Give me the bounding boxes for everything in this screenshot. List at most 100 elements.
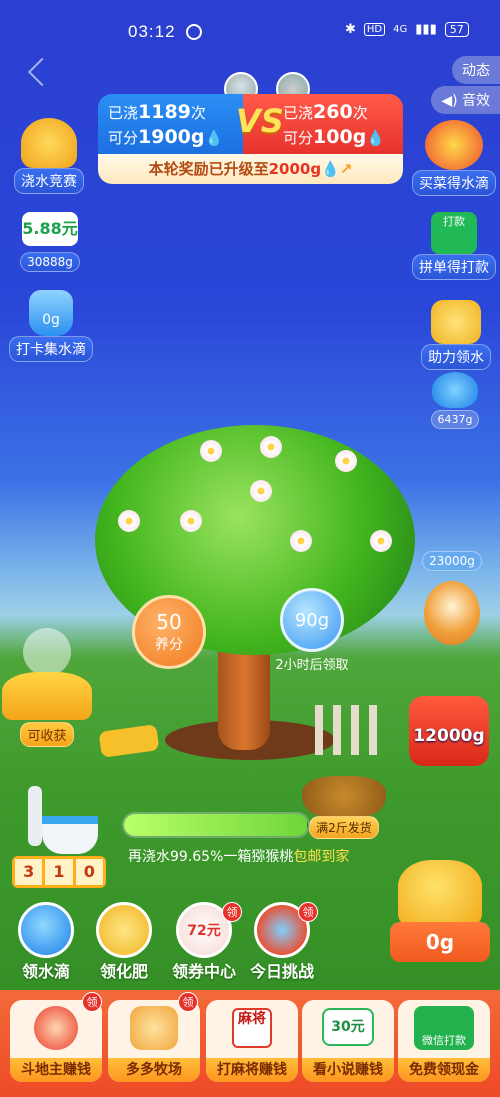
bottle-value: 90g xyxy=(280,588,344,652)
wechat-payout-icon: 微信打款 xyxy=(414,1006,474,1050)
vs-label: VS xyxy=(236,102,284,140)
trophy-icon xyxy=(21,118,77,168)
kiwi-basket[interactable]: 满2斤发货 xyxy=(298,776,390,839)
landlord-icon xyxy=(34,1006,78,1050)
basket-icon xyxy=(302,776,386,816)
dock-mahjong-label: 打麻将赚钱 xyxy=(206,1058,298,1082)
novel-icon: 30元 xyxy=(322,1008,374,1046)
dock-landlord[interactable]: 斗地主赚钱 xyxy=(10,1000,102,1082)
water-counter: 3 1 0 xyxy=(12,856,106,888)
basket-label: 满2斤发货 xyxy=(309,816,379,839)
action-fertilizer-label: 领化肥 xyxy=(99,962,148,981)
watering-can[interactable]: 0g xyxy=(388,860,492,962)
action-challenge[interactable]: 领 今日挑战 xyxy=(244,902,320,982)
gift-value: 12000g xyxy=(413,726,485,746)
harvest-crop[interactable]: 可收获 xyxy=(0,628,94,747)
reward-value: 2000g xyxy=(268,160,322,178)
water-drop-icon xyxy=(18,902,74,958)
sync-icon xyxy=(186,24,202,40)
progress-fill xyxy=(124,814,308,836)
grocery-label: 买菜得水滴 xyxy=(412,170,496,196)
fertilizer-bag-icon xyxy=(96,902,152,958)
challenge-badge: 领 xyxy=(298,902,318,922)
dock-ranch[interactable]: 多多牧场 xyxy=(108,1000,200,1082)
signal-icon: ▮▮▮ xyxy=(415,22,437,37)
drops-bag[interactable]: 6437g xyxy=(422,372,488,429)
dock-cash[interactable]: 微信打款 免费领现金 xyxy=(398,1000,490,1082)
flower xyxy=(180,510,202,532)
dynamic-button[interactable]: 动态 xyxy=(452,56,500,84)
action-coupons[interactable]: 72元 领 领券中心 xyxy=(164,902,244,982)
watering-contest-label: 浇水竞赛 xyxy=(14,168,84,194)
leaves xyxy=(98,724,160,758)
bottle-timer: 2小时后领取 xyxy=(275,658,349,673)
dock-novel[interactable]: 30元 看小说赚钱 xyxy=(302,1000,394,1082)
action-fertilizer[interactable]: 领化肥 xyxy=(92,902,156,982)
flower xyxy=(290,530,312,552)
dock-ranch-badge: 领 xyxy=(178,992,198,1012)
right-watered: 260 xyxy=(313,101,353,123)
watering-contest[interactable]: 浇水竞赛 xyxy=(10,118,88,194)
ranch-icon xyxy=(130,1006,178,1050)
cash-reward[interactable]: 5.88元 30888g xyxy=(14,212,86,272)
reward-banner: 本轮奖励已升级至2000g💧↗ xyxy=(98,154,403,184)
progress-text: 再浇水99.65%一箱猕猴桃包邮到家 xyxy=(128,849,350,865)
dock-landlord-label: 斗地主赚钱 xyxy=(10,1058,102,1082)
flower xyxy=(335,450,357,472)
cash-value: 5.88元 xyxy=(22,212,78,246)
grocery-drops[interactable]: 买菜得水滴 xyxy=(412,120,496,196)
action-water[interactable]: 领水滴 xyxy=(14,902,78,982)
hand-icon xyxy=(23,628,71,676)
team-left: 已浇1189次 可分1900g💧 xyxy=(98,94,258,154)
help-water[interactable]: 助力领水 xyxy=(416,300,496,370)
battery-icon: 57 xyxy=(444,22,469,37)
action-challenge-label: 今日挑战 xyxy=(249,962,314,981)
bottle-value: 0g xyxy=(42,312,60,328)
action-water-label: 领水滴 xyxy=(21,962,70,981)
fertilizer-value: 50 xyxy=(156,610,182,634)
water-bag-icon xyxy=(432,372,478,408)
water-bottle-timer[interactable]: 90g 2小时后领取 xyxy=(262,588,362,673)
left-score: 1900g xyxy=(138,126,205,148)
fertilizer-label: 养分 xyxy=(155,637,183,653)
checkin-label: 打卡集水滴 xyxy=(9,336,93,362)
fertilizer-badge[interactable]: 50 养分 xyxy=(132,595,206,669)
help-icon xyxy=(431,300,481,344)
back-button[interactable] xyxy=(27,57,57,87)
dock-cash-label: 免费领现金 xyxy=(398,1058,490,1082)
gift-reward[interactable]: 12000g xyxy=(404,696,494,766)
flower xyxy=(250,480,272,502)
arrow-up-icon: 💧↗ xyxy=(321,160,353,178)
network-label: 4G xyxy=(393,24,408,35)
speaker-icon: ◀) xyxy=(441,93,462,109)
group-buy-payout[interactable]: 打款 拼单得打款 xyxy=(412,212,496,280)
dock-ranch-label: 多多牧场 xyxy=(108,1058,200,1082)
left-watered: 1189 xyxy=(138,101,191,123)
fence xyxy=(315,705,377,755)
dock-landlord-badge: 领 xyxy=(82,992,102,1012)
drops-bag-value: 6437g xyxy=(430,410,480,429)
bluetooth-icon: ✱ xyxy=(345,22,356,37)
coupon-badge: 领 xyxy=(222,902,242,922)
harvest-label: 可收获 xyxy=(20,722,74,747)
faucet xyxy=(18,786,100,856)
cash-grams: 30888g xyxy=(20,252,80,272)
status-time: 03:12 xyxy=(128,22,176,41)
mahjong-icon: 麻将 xyxy=(232,1008,272,1048)
water-drop-icon: 💧 xyxy=(204,129,224,147)
payout-icon: 打款 xyxy=(431,212,477,254)
help-label: 助力领水 xyxy=(421,344,491,370)
dog-reward[interactable]: 23000g xyxy=(410,550,494,645)
flower xyxy=(260,436,282,458)
status-bar: 03:12 ✱ HD 4G ▮▮▮ 57 xyxy=(0,0,500,60)
flower xyxy=(200,440,222,462)
vs-panel[interactable]: 已浇1189次 可分1900g💧 已浇260次 可分100g💧 VS 本轮奖励已… xyxy=(98,72,403,186)
dog-icon xyxy=(424,581,480,645)
dog-grams: 23000g xyxy=(422,551,482,571)
wheat-icon xyxy=(2,672,92,720)
checkin-drops[interactable]: 0g 打卡集水滴 xyxy=(8,290,94,362)
sound-button[interactable]: ◀) 音效 xyxy=(431,86,500,114)
action-coupons-label: 领券中心 xyxy=(171,962,236,981)
dock-mahjong[interactable]: 麻将 打麻将赚钱 xyxy=(206,1000,298,1082)
flower xyxy=(118,510,140,532)
